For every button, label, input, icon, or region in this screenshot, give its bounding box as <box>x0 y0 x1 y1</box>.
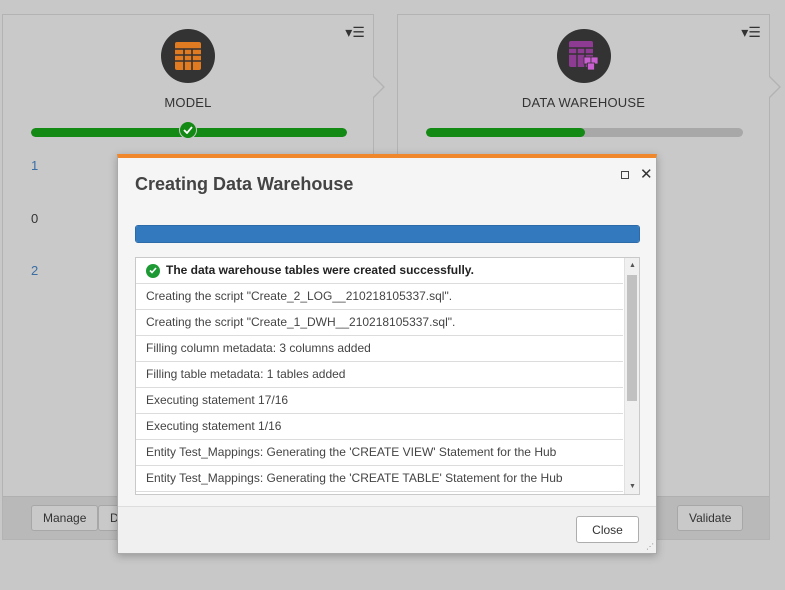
card-menu-icon[interactable]: ▾☰ <box>345 25 365 39</box>
model-stat-1[interactable]: 1 <box>31 158 38 173</box>
log-item: The data warehouse tables were created s… <box>136 258 623 284</box>
model-table-icon <box>161 29 215 83</box>
maximize-icon[interactable] <box>621 171 629 179</box>
dialog-title: Creating Data Warehouse <box>135 174 354 194</box>
log-item: Entity Test_Mappings: Generating the 'CR… <box>136 466 623 492</box>
log-item: Executing statement 17/16 <box>136 388 623 414</box>
dialog-footer: Close ⋰ <box>118 506 656 553</box>
dialog-progress-fill <box>136 226 639 242</box>
log-list-content: The data warehouse tables were created s… <box>136 258 623 492</box>
log-item-text: The data warehouse tables were created s… <box>166 263 474 277</box>
log-item: Entity Test_Mappings: Generating the 'CR… <box>136 440 623 466</box>
check-icon <box>179 121 197 139</box>
data-warehouse-icon <box>556 29 611 83</box>
resize-grip-icon[interactable]: ⋰ <box>646 543 654 551</box>
log-item: Filling table metadata: 1 tables added <box>136 362 623 388</box>
log-item: Filling column metadata: 3 columns added <box>136 336 623 362</box>
close-icon[interactable]: ✕ <box>640 167 653 182</box>
close-button[interactable]: Close <box>576 516 639 543</box>
validate-button[interactable]: Validate <box>677 505 744 531</box>
log-item: Executing statement 1/16 <box>136 414 623 440</box>
creating-dwh-dialog: Creating Data Warehouse ✕ The data wareh… <box>117 154 657 554</box>
model-stat-3[interactable]: 2 <box>31 263 38 278</box>
check-circle-icon <box>146 263 160 278</box>
scroll-thumb[interactable] <box>627 275 637 401</box>
flow-arrow <box>768 75 781 99</box>
log-item: Creating the script "Create_2_LOG__21021… <box>136 284 623 310</box>
data-warehouse-title: DATA WAREHOUSE <box>521 95 646 110</box>
card-menu-icon[interactable]: ▾☰ <box>741 25 761 39</box>
manage-button[interactable]: Manage <box>31 505 99 531</box>
dialog-progress-bar <box>135 225 640 243</box>
scroll-down-icon[interactable]: ▼ <box>625 479 639 494</box>
scroll-up-icon[interactable]: ▲ <box>625 258 639 273</box>
model-title: MODEL <box>164 95 212 110</box>
flow-arrow <box>372 75 385 99</box>
data-warehouse-progress-bar <box>426 128 743 137</box>
log-item: Creating the script "Create_1_DWH__21021… <box>136 310 623 336</box>
model-stat-2: 0 <box>31 211 39 226</box>
log-list[interactable]: The data warehouse tables were created s… <box>135 257 640 495</box>
log-scrollbar[interactable]: ▲ ▼ <box>624 258 639 494</box>
data-warehouse-progress-fill <box>426 128 585 137</box>
